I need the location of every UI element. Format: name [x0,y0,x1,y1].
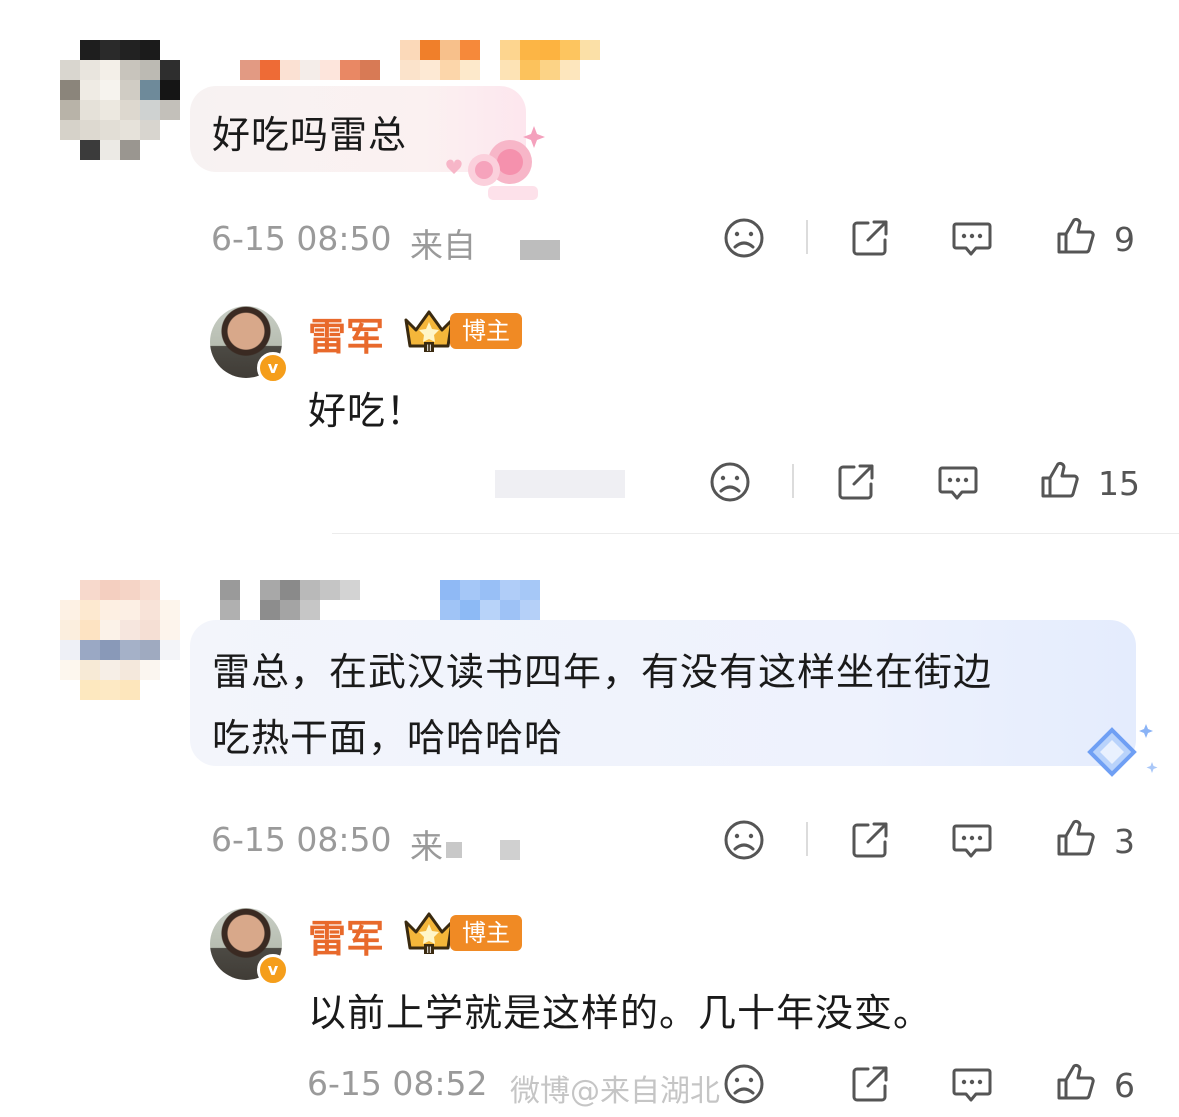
comment-text: 好吃吗雷总 [212,113,408,157]
comment-divider [332,533,1179,534]
dislike-icon[interactable] [722,818,766,862]
blurred-username[interactable] [220,580,540,620]
comment-icon[interactable] [936,460,980,504]
svg-text:II: II [426,344,431,354]
like-count: 9 [1114,220,1135,259]
reply-time: 6-15 08:52 [307,1064,488,1103]
comment-icon[interactable] [950,1062,994,1106]
share-icon[interactable] [834,460,878,504]
like-count: 6 [1114,1066,1135,1105]
divider [806,822,808,856]
comment-text-line2: 吃热干面，哈哈哈哈 [212,716,564,760]
crown-icon: II [402,306,456,354]
blurred-source [446,842,462,858]
weibo-watermark: 微博@来自湖北 [510,1074,720,1109]
svg-text:II: II [426,946,431,956]
comment-time: 6-15 08:50 [211,219,392,258]
reply-text: 以前上学就是这样的。几十年没变。 [308,991,933,1035]
dislike-icon[interactable] [722,216,766,260]
like-icon[interactable] [1054,1060,1098,1104]
share-icon[interactable] [848,216,892,260]
diamond-decoration-icon [1082,722,1162,786]
comment-source: 来自 [410,226,476,265]
reply-text: 好吃！ [308,389,426,433]
comment-icon[interactable] [950,818,994,862]
verified-icon: v [257,352,289,384]
author-name[interactable]: 雷军 [308,306,384,361]
dislike-icon[interactable] [722,1062,766,1106]
blurred-avatar[interactable] [60,580,180,700]
blurred-source [520,240,560,260]
author-name[interactable]: 雷军 [308,908,384,963]
share-icon[interactable] [848,1062,892,1106]
like-count: 3 [1114,822,1135,861]
blurred-username[interactable] [240,40,620,80]
verified-icon: v [257,954,289,986]
comment-time: 6-15 08:50 [211,820,392,859]
divider [792,464,794,498]
crown-icon: II [402,908,456,956]
divider [806,220,808,254]
rose-decoration-icon [440,120,546,200]
dislike-icon[interactable] [708,460,752,504]
share-icon[interactable] [848,818,892,862]
blurred-avatar[interactable] [60,40,180,160]
comment-icon[interactable] [950,216,994,260]
like-count: 15 [1098,464,1140,503]
like-icon[interactable] [1054,816,1098,860]
blogger-badge: 博主 [450,313,522,349]
like-icon[interactable] [1054,214,1098,258]
comment-text-line1: 雷总，在武汉读书四年，有没有这样坐在街边 [212,650,993,694]
blogger-badge: 博主 [450,915,522,951]
like-icon[interactable] [1038,458,1082,502]
blurred-source [500,840,520,860]
comment-source: 来 [410,827,443,866]
blurred-source [495,470,625,498]
